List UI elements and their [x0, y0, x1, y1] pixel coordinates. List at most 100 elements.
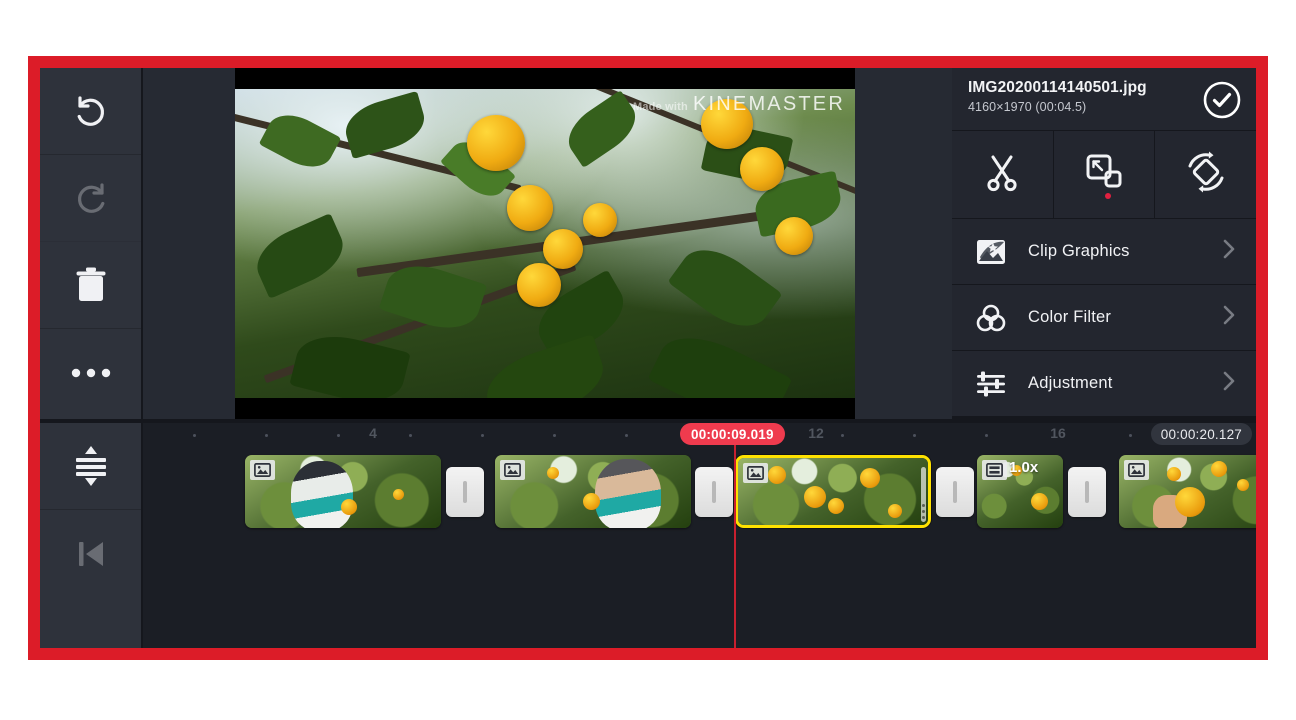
- image-icon: [250, 460, 275, 480]
- transition-bar-icon: [712, 481, 716, 503]
- transition-button-2[interactable]: [695, 467, 733, 517]
- decor-fruit: [543, 229, 583, 269]
- transition-button-3[interactable]: [936, 467, 974, 517]
- chevron-right-icon: [1222, 238, 1236, 265]
- clip-graphics-icon: [974, 237, 1008, 267]
- scissors-icon: [980, 150, 1024, 199]
- trim-handle-right[interactable]: [921, 467, 926, 522]
- delete-button[interactable]: [40, 242, 141, 329]
- transition-bar-icon: [463, 481, 467, 503]
- decor-fruit: [341, 499, 357, 515]
- decor-fruit: [1237, 479, 1249, 491]
- clip-options-panel: IMG20200114140501.jpg 4160×1970 (00:04.5…: [952, 68, 1256, 419]
- rotate-mirror-button[interactable]: [1155, 131, 1256, 218]
- decor-fruit: [888, 504, 902, 518]
- preview-frame: Made with KINEMASTER: [235, 89, 855, 398]
- image-icon: [500, 460, 525, 480]
- ruler-label: 16: [1050, 425, 1066, 441]
- ruler-tick: [409, 434, 412, 437]
- menu-item-clip-graphics[interactable]: Clip Graphics: [952, 218, 1256, 284]
- decor-fruit: [507, 185, 553, 231]
- pan-zoom-icon: [1082, 150, 1126, 199]
- menu-label-clip-graphics: Clip Graphics: [1028, 242, 1130, 260]
- timeline-clip-3-selected[interactable]: [735, 455, 931, 528]
- redo-icon: [71, 178, 111, 218]
- timeline-clip-2[interactable]: [495, 455, 691, 528]
- ruler-tick: [913, 434, 916, 437]
- expand-tracks-button[interactable]: [40, 423, 141, 510]
- app-red-frame: Made with KINEMASTER IMG20200114140501.j…: [28, 56, 1268, 660]
- pan-zoom-button[interactable]: [1054, 131, 1156, 218]
- image-icon: [743, 463, 768, 483]
- timeline-clip-4[interactable]: 1.0x: [977, 455, 1063, 528]
- timeline-clip-5[interactable]: [1119, 455, 1256, 528]
- ruler-tick: [553, 434, 556, 437]
- ruler-tick: [193, 434, 196, 437]
- decor-fruit: [860, 468, 880, 488]
- undo-button[interactable]: [40, 68, 141, 155]
- ruler-tick: [625, 434, 628, 437]
- timeline[interactable]: 4 12 16 00:00:09.019 00:00:20.127 1.0x: [143, 423, 1256, 648]
- clip-speed-label: 1.0x: [1009, 459, 1039, 476]
- video-icon: [982, 460, 1007, 480]
- decor-fruit: [467, 115, 525, 171]
- menu-item-adjustment[interactable]: Adjustment: [952, 350, 1256, 416]
- menu-label-color-filter: Color Filter: [1028, 308, 1112, 326]
- ruler-label: 4: [369, 425, 377, 441]
- ruler-tick: [985, 434, 988, 437]
- ruler-tick: [1129, 434, 1132, 437]
- image-icon: [1124, 460, 1149, 480]
- editor-window: Made with KINEMASTER IMG20200114140501.j…: [40, 68, 1256, 648]
- decor-figure: [595, 459, 661, 528]
- decor-fruit: [393, 489, 404, 500]
- redo-button[interactable]: [40, 155, 141, 242]
- decor-fruit: [1211, 461, 1227, 477]
- transition-button-1[interactable]: [446, 467, 484, 517]
- decor-fruit: [517, 263, 561, 307]
- expand-vertical-icon: [72, 445, 110, 487]
- rail-group-timeline: [40, 423, 141, 648]
- decor-fruit: [583, 203, 617, 237]
- decor-fruit: [1031, 493, 1048, 510]
- menu-item-color-filter[interactable]: Color Filter: [952, 284, 1256, 350]
- color-filter-icon: [974, 303, 1008, 333]
- timeline-track-primary[interactable]: 1.0x: [143, 451, 1256, 533]
- decor-fruit: [740, 147, 784, 191]
- watermark: Made with KINEMASTER: [633, 93, 845, 116]
- timeline-clip-1[interactable]: [245, 455, 441, 528]
- trim-split-button[interactable]: [952, 131, 1054, 218]
- ruler-tick: [841, 434, 844, 437]
- decor-figure: [291, 461, 353, 528]
- clip-tool-row: [952, 130, 1256, 218]
- trash-icon: [74, 266, 108, 304]
- clip-header: IMG20200114140501.jpg 4160×1970 (00:04.5…: [952, 68, 1256, 130]
- undo-icon: [71, 91, 111, 131]
- decor-fruit: [1167, 467, 1181, 481]
- video-stage[interactable]: Made with KINEMASTER: [235, 68, 855, 419]
- decor-fruit: [547, 467, 559, 479]
- decor-fruit: [1175, 487, 1205, 517]
- transition-button-4[interactable]: [1068, 467, 1106, 517]
- ruler-tick: [265, 434, 268, 437]
- transition-bar-icon: [1085, 481, 1089, 503]
- playhead-line[interactable]: [734, 445, 736, 648]
- preview-pane: Made with KINEMASTER: [143, 68, 952, 419]
- more-horizontal-icon: [70, 367, 112, 379]
- adjustment-icon: [974, 369, 1008, 399]
- more-options-button[interactable]: [40, 329, 141, 416]
- playhead-time-badge[interactable]: 00:00:09.019: [680, 423, 785, 445]
- watermark-brand: KINEMASTER: [692, 93, 845, 115]
- chevron-right-icon: [1222, 304, 1236, 331]
- chevron-right-icon: [1222, 370, 1236, 397]
- jump-to-start-button[interactable]: [40, 510, 141, 597]
- decor-fruit: [775, 217, 813, 255]
- rotate-mirror-icon: [1183, 149, 1229, 200]
- decor-fruit: [804, 486, 826, 508]
- watermark-prefix: Made with: [633, 101, 688, 113]
- left-tool-rail: [40, 68, 141, 648]
- decor-fruit: [768, 466, 786, 484]
- rail-group-edit: [40, 68, 141, 419]
- decor-fruit: [828, 498, 844, 514]
- confirm-button[interactable]: [1201, 79, 1243, 121]
- skip-to-start-icon: [74, 538, 108, 570]
